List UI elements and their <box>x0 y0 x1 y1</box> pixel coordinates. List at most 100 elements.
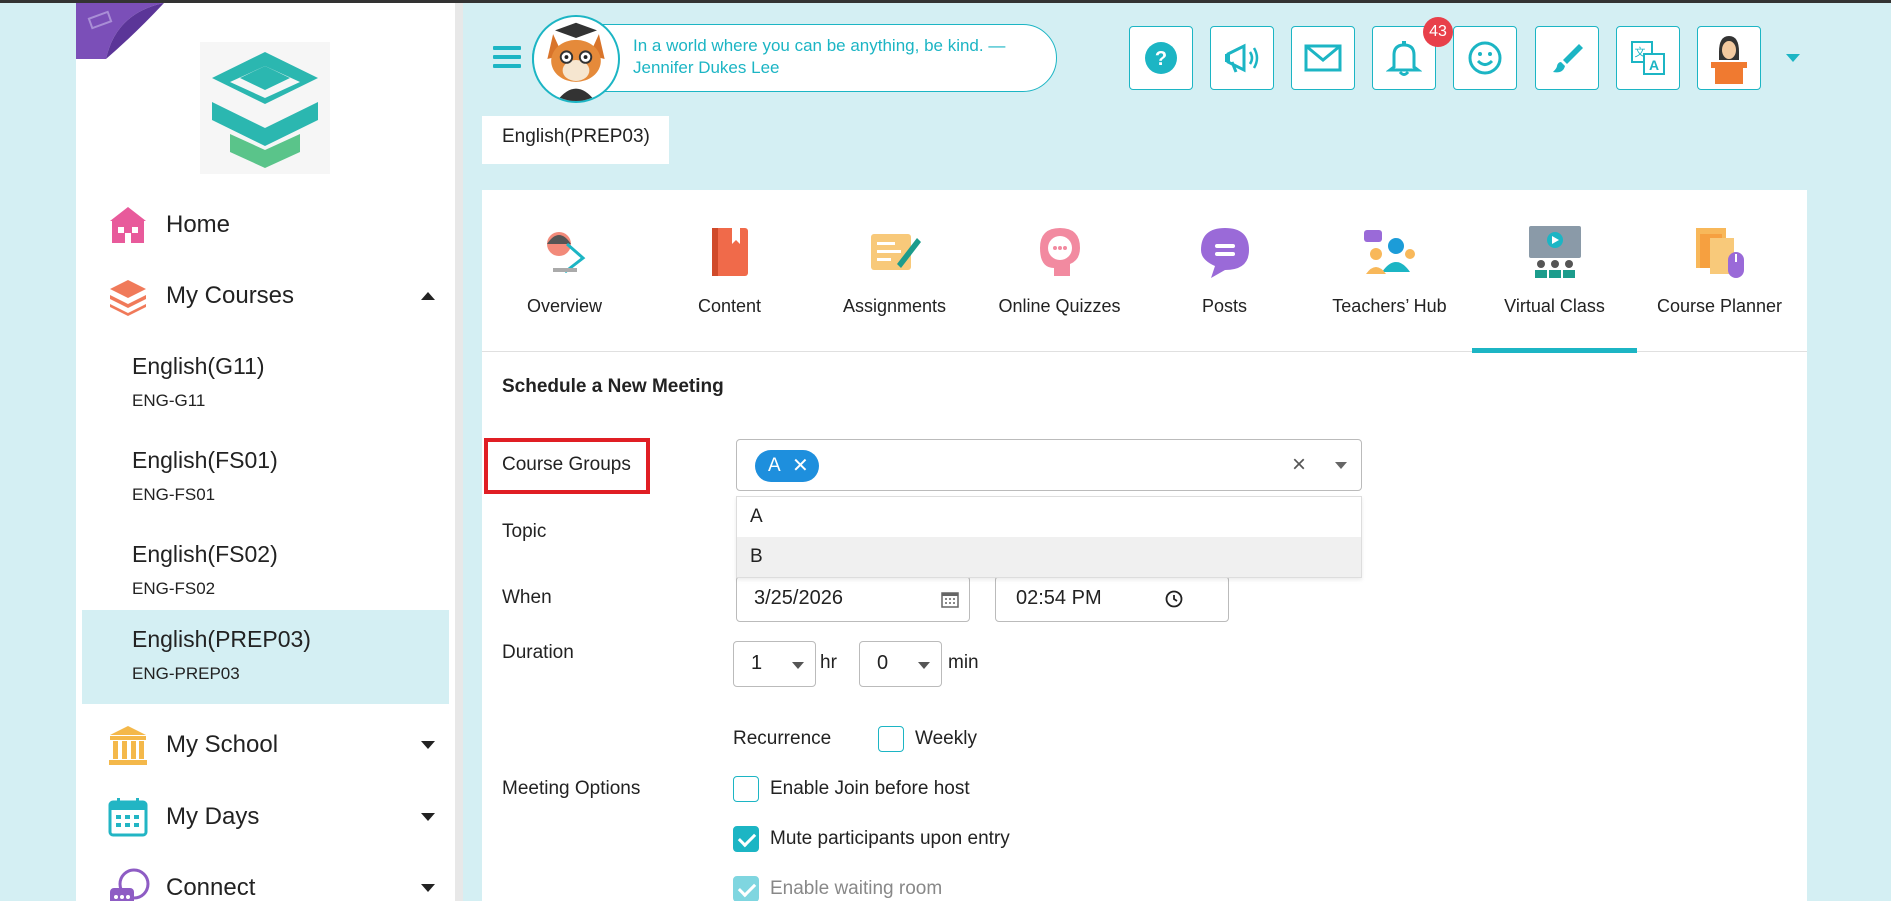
dropdown-option[interactable]: B <box>737 537 1361 577</box>
when-label: When <box>502 587 552 608</box>
weekly-label: Weekly <box>915 728 977 749</box>
calendar-icon <box>108 798 148 837</box>
assignment-icon <box>871 234 921 270</box>
tab-virtual-class[interactable]: Virtual Class <box>1472 190 1637 353</box>
tab-label: Virtual Class <box>1504 296 1605 316</box>
sidebar-course-item[interactable]: English(FS02) ENG-FS02 <box>82 525 449 619</box>
waiting-room-label: Enable waiting room <box>770 878 943 899</box>
calendar-icon[interactable] <box>940 589 960 609</box>
date-value: 3/25/2026 <box>754 587 843 609</box>
language-button[interactable]: A文 <box>1616 26 1680 90</box>
tab-label: Online Quizzes <box>998 296 1121 316</box>
sidebar-item-home[interactable]: Home <box>76 195 455 255</box>
meeting-options-label: Meeting Options <box>502 778 641 799</box>
topic-label: Topic <box>502 521 547 542</box>
sidebar-item-label: Connect <box>166 874 256 901</box>
bell-icon <box>1386 41 1422 76</box>
theme-button[interactable] <box>1535 26 1599 90</box>
tab-online-quizzes[interactable]: Online Quizzes <box>977 190 1142 352</box>
quote-text: In a world where you can be anything, be… <box>633 36 1006 77</box>
corner-fold-icon <box>76 3 164 59</box>
tab-assignments[interactable]: Assignments <box>812 190 977 352</box>
dropdown-option[interactable]: A <box>737 497 1361 537</box>
course-groups-select[interactable]: A ✕ × <box>736 439 1362 491</box>
overview-icon <box>547 232 586 274</box>
course-name: English(PREP03) <box>132 626 311 652</box>
duration-label: Duration <box>502 642 574 663</box>
remove-chip-icon[interactable]: ✕ <box>792 450 809 482</box>
hours-unit: hr <box>820 652 837 673</box>
course-name: English(FS01) <box>132 447 278 473</box>
minutes-value: 0 <box>877 652 889 674</box>
chat-icon <box>1201 228 1249 278</box>
planner-icon <box>1696 228 1744 278</box>
course-groups-label: Course Groups <box>502 454 631 475</box>
clear-selection-icon[interactable]: × <box>1292 451 1306 479</box>
minutes-select[interactable]: 0 <box>859 641 942 687</box>
minutes-unit: min <box>948 652 979 673</box>
chevron-down-icon[interactable] <box>1335 462 1347 469</box>
messages-button[interactable] <box>1291 26 1355 90</box>
sidebar-course-item[interactable]: English(G11) ENG-G11 <box>82 337 449 431</box>
tab-teachers-hub[interactable]: Teachers’ Hub <box>1307 190 1472 352</box>
sidebar-scrollbar[interactable] <box>455 3 463 901</box>
mute-on-entry-checkbox[interactable] <box>733 826 759 852</box>
tab-course-planner[interactable]: Course Planner <box>1637 190 1802 352</box>
tab-label: Posts <box>1201 296 1248 316</box>
help-icon: ? <box>1145 42 1177 74</box>
sidebar-item-my-school[interactable]: My School <box>76 715 455 775</box>
form-title: Schedule a New Meeting <box>502 376 724 397</box>
home-icon <box>110 207 146 243</box>
connect-icon <box>110 868 150 901</box>
svg-text:?: ? <box>1155 48 1167 70</box>
sidebar-course-item[interactable]: English(FS01) ENG-FS01 <box>82 431 449 525</box>
chevron-down-icon <box>421 813 435 821</box>
clock-icon[interactable] <box>1164 589 1184 609</box>
course-code: ENG-FS02 <box>132 579 216 598</box>
sidebar-item-connect[interactable]: Connect <box>76 858 455 901</box>
sidebar-item-my-days[interactable]: My Days <box>76 787 455 847</box>
course-code: ENG-G11 <box>132 391 206 410</box>
course-name: English(FS02) <box>132 541 278 567</box>
chevron-down-icon[interactable] <box>1786 54 1800 62</box>
translate-icon: A文 <box>1631 41 1665 75</box>
sidebar-item-label: My Days <box>166 803 260 830</box>
tab-content[interactable]: Content <box>647 190 812 352</box>
join-before-host-checkbox[interactable] <box>733 776 759 802</box>
course-groups-dropdown: A B <box>736 496 1362 578</box>
teachers-icon <box>1364 230 1415 274</box>
announcements-button[interactable] <box>1210 26 1274 90</box>
menu-toggle-icon[interactable] <box>493 46 521 70</box>
tab-label: Teachers’ Hub <box>1332 296 1447 316</box>
tab-overview[interactable]: Overview <box>482 190 647 352</box>
tab-label: Assignments <box>842 296 947 316</box>
svg-text:文: 文 <box>1635 45 1646 59</box>
hours-select[interactable]: 1 <box>733 641 816 687</box>
sidebar-item-label: Home <box>166 211 231 238</box>
school-building-icon <box>109 726 147 765</box>
sidebar-item-my-courses[interactable]: My Courses <box>76 266 455 326</box>
help-button[interactable]: ? <box>1129 26 1193 90</box>
chevron-down-icon <box>792 662 804 669</box>
mute-on-entry-label: Mute participants upon entry <box>770 828 1010 849</box>
date-input[interactable]: 3/25/2026 <box>736 576 970 622</box>
time-value: 02:54 PM <box>1016 587 1102 609</box>
profile-button[interactable] <box>1697 26 1761 90</box>
layers-icon <box>110 280 146 316</box>
time-input[interactable]: 02:54 PM <box>995 576 1229 622</box>
tab-label: Content <box>697 296 762 316</box>
quiz-icon <box>1040 228 1080 276</box>
chevron-down-icon <box>918 662 930 669</box>
mood-button[interactable] <box>1453 26 1517 90</box>
teacher-avatar-icon <box>1711 36 1747 84</box>
sidebar: Home My Courses English(G11) ENG-G11 Eng… <box>76 3 455 901</box>
brush-icon <box>1553 44 1583 73</box>
megaphone-icon <box>1225 43 1259 73</box>
tab-posts[interactable]: Posts <box>1142 190 1307 352</box>
course-code: ENG-PREP03 <box>132 664 240 683</box>
sidebar-course-item-active[interactable]: English(PREP03) ENG-PREP03 <box>82 610 449 704</box>
book-icon <box>712 228 748 276</box>
weekly-checkbox[interactable] <box>878 726 904 752</box>
notification-count-badge: 43 <box>1423 17 1453 47</box>
chip-label: A <box>768 455 781 476</box>
